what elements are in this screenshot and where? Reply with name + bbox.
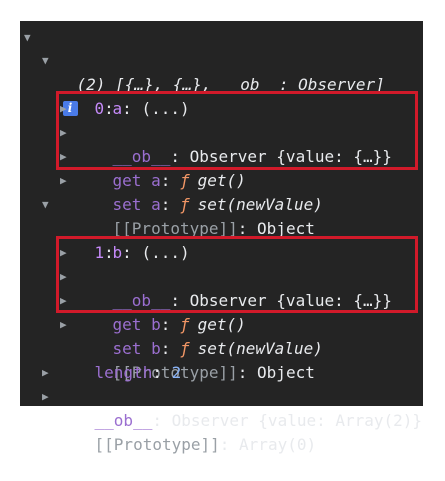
ob-value: Observer {value: Array(2)} [161, 411, 423, 430]
prototype-key: [[Prototype]] [94, 435, 220, 454]
array-ob-row[interactable]: ▶ __ob__: Observer {value: Array(2)} [42, 361, 422, 430]
setter-function: set(newValue) [197, 339, 323, 358]
colon: : [219, 435, 230, 454]
expanded-triangle-icon[interactable]: ▼ [24, 26, 31, 50]
item-1-row[interactable]: ▼ 1: [42, 193, 114, 262]
item-0-row[interactable]: ▼ 0: [42, 49, 114, 118]
item-0-proto-row[interactable]: ▶ [[Prototype]]: Object [60, 169, 315, 238]
length-row: length: 2 [56, 337, 182, 382]
colon: : [152, 411, 162, 430]
devtools-console-object-tree: ▼ (2) [{…}, {…}, __ob__: Observer] i ▼ 0… [20, 21, 423, 454]
highlight-box-item-0 [56, 91, 418, 170]
prototype-value: Array(0) [229, 435, 317, 454]
collapsed-triangle-icon[interactable]: ▶ [60, 169, 67, 193]
collapsed-triangle-icon[interactable]: ▶ [60, 313, 67, 337]
setter-label: set a [112, 195, 161, 214]
ob-key: __ob__ [94, 411, 153, 430]
function-f-icon: ƒ [179, 195, 190, 214]
array-summary-row[interactable]: ▼ (2) [{…}, {…}, __ob__: Observer] i [24, 25, 385, 116]
expanded-triangle-icon[interactable]: ▼ [42, 193, 49, 217]
colon: : [160, 195, 180, 214]
collapsed-triangle-icon[interactable]: ▶ [42, 361, 49, 385]
expanded-triangle-icon[interactable]: ▼ [42, 49, 49, 73]
function-f-icon: ƒ [179, 339, 190, 358]
item-1-proto-row[interactable]: ▶ [[Prototype]]: Object [60, 313, 315, 382]
highlight-box-item-1 [56, 236, 418, 313]
setter-function: set(newValue) [197, 195, 323, 214]
collapsed-triangle-icon[interactable]: ▶ [42, 385, 49, 409]
array-proto-row[interactable]: ▶ [[Prototype]]: Array(0) [42, 385, 316, 454]
